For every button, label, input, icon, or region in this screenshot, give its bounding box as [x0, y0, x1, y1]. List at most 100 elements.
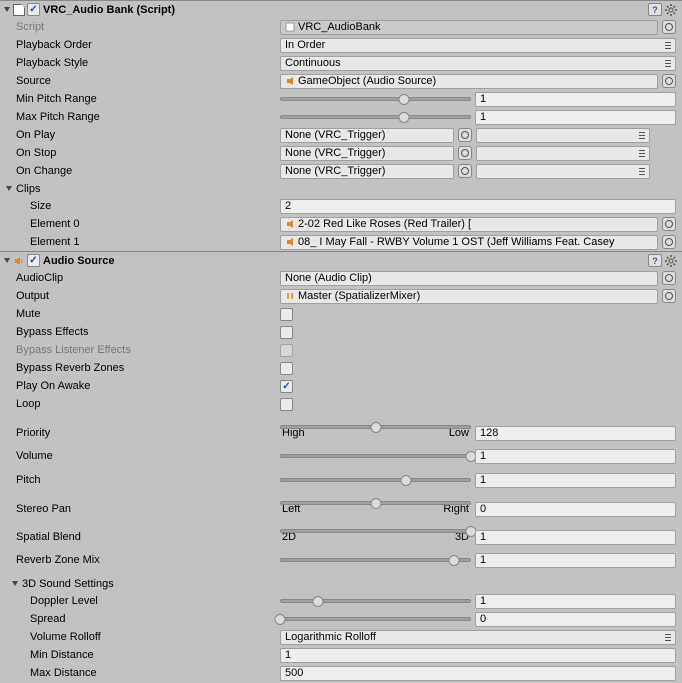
min-pitch-input[interactable]: 1 [475, 92, 676, 107]
audioclip-label: AudioClip [16, 272, 280, 284]
min-distance-label: Min Distance [30, 649, 280, 661]
stereo-pan-label: Stereo Pan [16, 503, 280, 515]
object-picker-icon[interactable] [458, 128, 472, 142]
max-distance-label: Max Distance [30, 667, 280, 679]
playback-style-label: Playback Style [16, 57, 280, 69]
doppler-slider[interactable] [280, 594, 471, 609]
loop-checkbox[interactable] [280, 398, 293, 411]
foldout-icon[interactable] [2, 256, 12, 266]
enable-checkbox[interactable] [27, 254, 40, 267]
foldout-icon [10, 579, 20, 589]
stereo-pan-input[interactable]: 0 [475, 502, 676, 517]
element-0-label: Element 0 [30, 218, 280, 230]
vrc-audio-bank-component: VRC_Audio Bank (Script) ? ScriptVRC_Audi… [0, 0, 682, 251]
on-play-field[interactable]: None (VRC_Trigger) [280, 128, 454, 143]
max-pitch-slider[interactable] [280, 110, 471, 125]
object-picker-icon[interactable] [662, 289, 676, 303]
object-picker-icon[interactable] [662, 74, 676, 88]
object-picker-icon[interactable] [662, 20, 676, 34]
playback-style-dropdown[interactable]: Continuous [280, 56, 676, 71]
pitch-input[interactable]: 1 [475, 473, 676, 488]
priority-label: Priority [16, 427, 280, 439]
play-on-awake-label: Play On Awake [16, 380, 280, 392]
spread-input[interactable]: 0 [475, 612, 676, 627]
help-icon[interactable]: ? [648, 254, 662, 267]
on-change-field[interactable]: None (VRC_Trigger) [280, 164, 454, 179]
max-pitch-label: Max Pitch Range [16, 111, 280, 123]
on-play-dropdown[interactable] [476, 128, 650, 143]
bypass-reverb-label: Bypass Reverb Zones [16, 362, 280, 374]
component-header[interactable]: VRC_Audio Bank (Script) ? [0, 1, 682, 18]
gear-icon[interactable] [664, 254, 678, 268]
element-1-label: Element 1 [30, 236, 280, 248]
size-input[interactable]: 2 [280, 199, 676, 214]
element-0-field[interactable]: 2-02 Red Like Roses (Red Trailer) [ [280, 217, 658, 232]
volume-slider[interactable] [280, 449, 471, 464]
help-icon[interactable]: ? [648, 3, 662, 16]
object-picker-icon[interactable] [458, 146, 472, 160]
object-picker-icon[interactable] [662, 217, 676, 231]
component-title: Audio Source [43, 255, 647, 267]
speaker-icon [13, 255, 25, 267]
max-pitch-input[interactable]: 1 [475, 110, 676, 125]
source-field[interactable]: GameObject (Audio Source) [280, 74, 658, 89]
loop-label: Loop [16, 398, 280, 410]
min-distance-input[interactable]: 1 [280, 648, 676, 663]
mute-label: Mute [16, 308, 280, 320]
pitch-slider[interactable] [280, 473, 471, 488]
play-on-awake-checkbox[interactable] [280, 380, 293, 393]
spread-label: Spread [30, 613, 280, 625]
element-1-field[interactable]: 08_ I May Fall - RWBY Volume 1 OST (Jeff… [280, 235, 658, 250]
reverb-zone-mix-label: Reverb Zone Mix [16, 554, 280, 566]
playback-order-dropdown[interactable]: In Order [280, 38, 676, 53]
bypass-effects-label: Bypass Effects [16, 326, 280, 338]
playback-order-label: Playback Order [16, 39, 280, 51]
pitch-label: Pitch [16, 474, 280, 486]
3d-sound-foldout[interactable]: 3D Sound Settings [0, 575, 682, 592]
on-stop-label: On Stop [16, 147, 280, 159]
volume-input[interactable]: 1 [475, 449, 676, 464]
volume-label: Volume [16, 450, 280, 462]
spatial-blend-label: Spatial Blend [16, 531, 280, 543]
bypass-effects-checkbox[interactable] [280, 326, 293, 339]
object-picker-icon[interactable] [458, 164, 472, 178]
priority-input[interactable]: 128 [475, 426, 676, 441]
min-pitch-label: Min Pitch Range [16, 93, 280, 105]
foldout-icon [4, 184, 14, 194]
on-change-label: On Change [16, 165, 280, 177]
output-field[interactable]: Master (SpatializerMixer) [280, 289, 658, 304]
size-label: Size [30, 200, 280, 212]
bypass-reverb-checkbox[interactable] [280, 362, 293, 375]
bypass-listener-label: Bypass Listener Effects [16, 344, 280, 356]
foldout-icon[interactable] [2, 5, 12, 15]
volume-rolloff-dropdown[interactable]: Logarithmic Rolloff [280, 630, 676, 645]
on-play-label: On Play [16, 129, 280, 141]
doppler-label: Doppler Level [30, 595, 280, 607]
on-stop-dropdown[interactable] [476, 146, 650, 161]
bypass-listener-checkbox [280, 344, 293, 357]
on-stop-field[interactable]: None (VRC_Trigger) [280, 146, 454, 161]
source-label: Source [16, 75, 280, 87]
gear-icon[interactable] [664, 3, 678, 17]
audioclip-field[interactable]: None (Audio Clip) [280, 271, 658, 286]
clips-foldout[interactable]: Clips [0, 180, 682, 197]
reverb-zone-mix-input[interactable]: 1 [475, 553, 676, 568]
script-field: VRC_AudioBank [280, 20, 658, 35]
max-distance-input[interactable]: 500 [280, 666, 676, 681]
output-label: Output [16, 290, 280, 302]
object-picker-icon[interactable] [662, 271, 676, 285]
reverb-zone-mix-slider[interactable] [280, 553, 471, 568]
min-pitch-slider[interactable] [280, 92, 471, 107]
audio-source-component: Audio Source ? AudioClipNone (Audio Clip… [0, 251, 682, 682]
spatial-blend-input[interactable]: 1 [475, 530, 676, 545]
on-change-dropdown[interactable] [476, 164, 650, 179]
object-picker-icon[interactable] [662, 235, 676, 249]
mute-checkbox[interactable] [280, 308, 293, 321]
script-label: Script [16, 21, 280, 33]
component-title: VRC_Audio Bank (Script) [43, 4, 647, 16]
enable-checkbox[interactable] [27, 3, 40, 16]
spread-slider[interactable] [280, 612, 471, 627]
doppler-input[interactable]: 1 [475, 594, 676, 609]
component-header[interactable]: Audio Source ? [0, 252, 682, 269]
volume-rolloff-label: Volume Rolloff [30, 631, 280, 643]
